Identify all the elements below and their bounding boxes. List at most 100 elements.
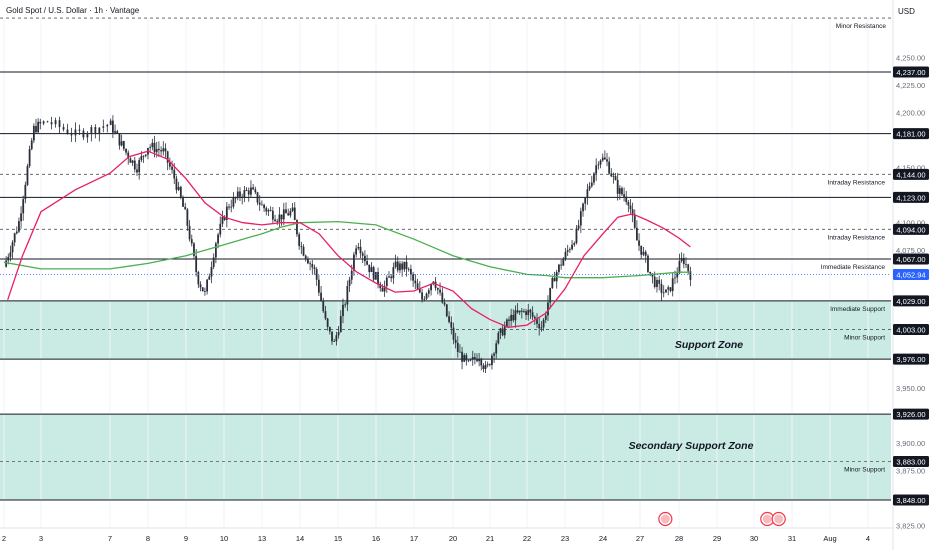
- candle-body: [633, 215, 636, 228]
- x-tick-label: 24: [599, 534, 607, 543]
- candle-body: [658, 279, 661, 284]
- candle-body: [280, 214, 283, 220]
- chart-title: Gold Spot / U.S. Dollar · 1h · Vantage: [6, 6, 140, 15]
- candle-body: [662, 292, 665, 294]
- price-chart[interactable]: Minor Resistance Intraday Resistance Intra…: [0, 0, 932, 550]
- candle-body: [478, 359, 481, 362]
- candle-body: [278, 214, 281, 222]
- candle-body: [285, 209, 287, 214]
- candle-body: [252, 187, 255, 190]
- candle-body: [70, 133, 73, 136]
- candle-body: [606, 159, 608, 162]
- candle-body: [560, 264, 563, 266]
- candle-body: [54, 120, 57, 125]
- candle-body: [629, 205, 632, 210]
- level-annotation: Immediate Resistance: [821, 264, 886, 271]
- level-price-label: 3,926.00: [896, 410, 925, 419]
- candle-body: [465, 355, 468, 361]
- candle-body: [208, 276, 211, 280]
- candle-body: [162, 148, 165, 152]
- level-annotation: Minor Resistance: [836, 23, 887, 30]
- candle-body: [311, 263, 314, 268]
- candle-body: [136, 169, 138, 173]
- candle-body: [390, 276, 393, 279]
- candle-body: [313, 267, 316, 270]
- candle-body: [542, 319, 545, 328]
- candle-body: [7, 256, 10, 261]
- candle-body: [456, 342, 459, 353]
- candle-body: [410, 268, 412, 275]
- candle-body: [660, 283, 663, 293]
- level-price-label: 4,123.00: [896, 193, 925, 202]
- candle-body: [214, 243, 217, 258]
- x-tick-label: 22: [523, 534, 531, 543]
- candle-body: [603, 157, 606, 160]
- candle-body: [179, 186, 182, 198]
- candle-body: [667, 287, 670, 290]
- candle-body: [247, 190, 250, 195]
- candle-body: [267, 210, 270, 212]
- candle-body: [405, 261, 408, 270]
- candle-body: [282, 209, 285, 220]
- x-tick-label: 2: [2, 534, 6, 543]
- candle-body: [523, 311, 525, 312]
- axis-currency[interactable]: USD: [898, 7, 915, 16]
- candle-body: [293, 207, 296, 221]
- candle-body: [414, 280, 417, 284]
- candle-body: [579, 211, 582, 226]
- level-price-label: 3,976.00: [896, 355, 925, 364]
- candle-body: [177, 186, 180, 190]
- candle-body: [342, 304, 344, 317]
- x-tick-label: 9: [184, 534, 188, 543]
- candle-body: [129, 158, 132, 163]
- candle-body: [78, 129, 81, 131]
- candle-body: [239, 191, 241, 197]
- candle-body: [50, 122, 53, 125]
- candle-body: [265, 208, 268, 212]
- level-annotation: Intraday Resistance: [828, 179, 886, 186]
- candle-body: [614, 176, 617, 180]
- x-tick-label: 7: [108, 534, 112, 543]
- candle-body: [188, 225, 191, 240]
- candle-body: [142, 155, 145, 157]
- candle-body: [682, 257, 685, 265]
- candle-body: [46, 121, 49, 123]
- candle-body: [82, 130, 85, 138]
- candle-body: [131, 160, 134, 163]
- candle-body: [125, 148, 127, 153]
- candle-body: [616, 179, 619, 194]
- us-flag-icon-fill: [762, 514, 772, 524]
- current-price-label: 4,052.94: [896, 271, 925, 280]
- candle-body: [15, 231, 18, 234]
- candle-body: [260, 204, 263, 206]
- candle-body: [58, 120, 61, 128]
- candle-body: [201, 287, 204, 292]
- candle-body: [427, 290, 430, 294]
- candle-body: [109, 120, 112, 125]
- candle-body: [396, 261, 399, 271]
- candle-body: [577, 225, 580, 229]
- x-tick-label: 13: [258, 534, 266, 543]
- x-tick-label: 8: [146, 534, 150, 543]
- x-tick-label: 4: [866, 534, 870, 543]
- candle-body: [461, 351, 463, 362]
- x-tick-label: 15: [334, 534, 342, 543]
- candle-body: [204, 291, 206, 292]
- level-price-label: 3,883.00: [896, 457, 925, 466]
- candle-body: [304, 255, 307, 260]
- candle-body: [597, 164, 600, 166]
- x-tick-label: 17: [410, 534, 418, 543]
- candle-body: [558, 264, 560, 273]
- candle-body: [361, 253, 364, 256]
- candle-body: [399, 263, 401, 271]
- candle-body: [599, 160, 602, 165]
- candle-body: [199, 284, 202, 288]
- candle-body: [256, 192, 259, 203]
- candle-body: [529, 309, 532, 313]
- candle-body: [571, 244, 573, 250]
- candle-body: [372, 267, 375, 280]
- candle-body: [401, 263, 404, 270]
- candle-body: [508, 319, 510, 321]
- candle-body: [595, 165, 598, 174]
- candle-body: [359, 246, 362, 254]
